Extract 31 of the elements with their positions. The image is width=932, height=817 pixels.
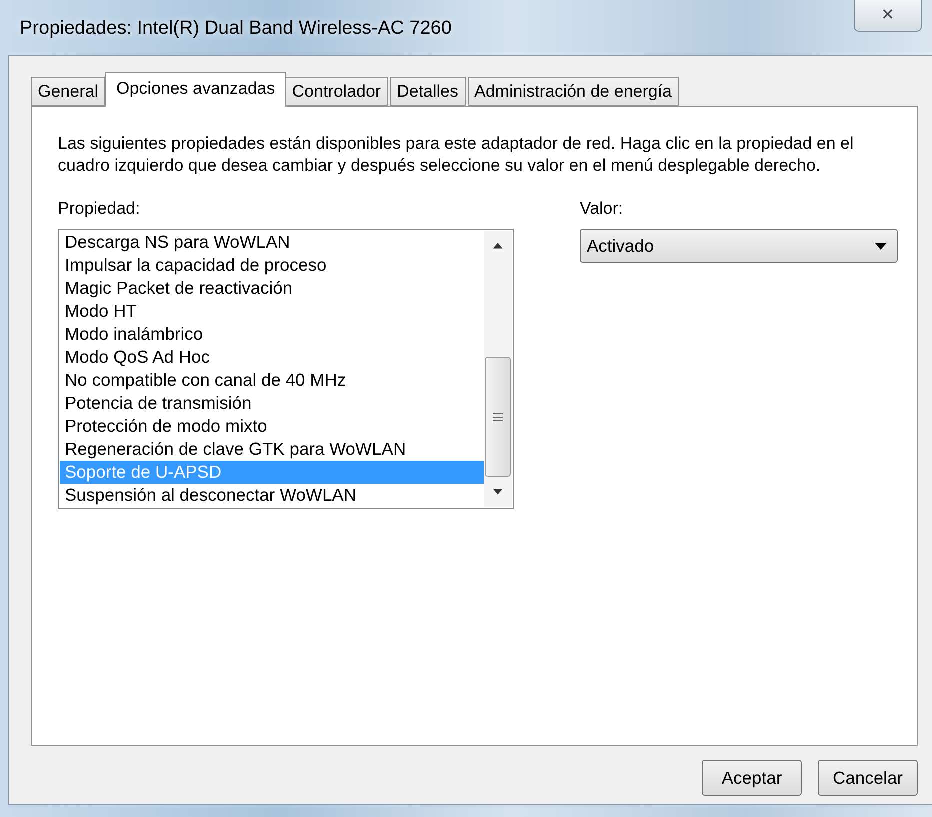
scrollbar[interactable]: [484, 231, 512, 507]
list-item[interactable]: Impulsar la capacidad de proceso: [60, 254, 484, 277]
list-item[interactable]: Suspensión al desconectar WoWLAN: [60, 484, 484, 507]
list-item[interactable]: Modo QoS Ad Hoc: [60, 346, 484, 369]
list-item[interactable]: Descarga NS para WoWLAN: [60, 231, 484, 254]
list-item[interactable]: No compatible con canal de 40 MHz: [60, 369, 484, 392]
list-item[interactable]: Magic Packet de reactivación: [60, 277, 484, 300]
scroll-thumb[interactable]: [485, 356, 511, 478]
list-item[interactable]: Protección de modo mixto: [60, 415, 484, 438]
tab[interactable]: Opciones avanzadas: [105, 72, 286, 107]
property-list[interactable]: [58, 229, 514, 509]
accept-button[interactable]: Aceptar: [702, 760, 802, 796]
property-label: Propiedad:: [58, 199, 142, 219]
caret-icon: [875, 242, 887, 250]
tab[interactable]: Administración de energía: [468, 77, 680, 106]
tab[interactable]: Detalles: [390, 77, 466, 106]
list-item[interactable]: Modo HT: [60, 300, 484, 323]
window-title: Propiedades: Intel(R) Dual Band Wireless-AC 7260: [20, 18, 452, 40]
value-dropdown[interactable]: Activado: [580, 229, 898, 263]
scroll-up-icon[interactable]: [493, 243, 503, 249]
value-label: Valor:: [580, 199, 624, 219]
list-item[interactable]: Potencia de transmisión: [60, 392, 484, 415]
list-item[interactable]: Regeneración de clave GTK para WoWLAN: [60, 438, 484, 461]
tab[interactable]: Controlador: [285, 77, 388, 106]
description-text: Las siguientes propiedades están disponibles para este adaptador de red. Haga clic en la propiedad en el cuadro izquierdo que desea cambiar y después seleccione su valor en el menú desplegable derecho.: [58, 133, 855, 177]
tab[interactable]: General: [31, 77, 106, 106]
cancel-button[interactable]: Cancelar: [818, 760, 918, 796]
list-item[interactable]: Modo inalámbrico: [60, 323, 484, 346]
scroll-down-icon[interactable]: [493, 489, 503, 495]
close-button[interactable]: ✕: [854, 0, 922, 32]
grip-icon: [493, 412, 503, 422]
